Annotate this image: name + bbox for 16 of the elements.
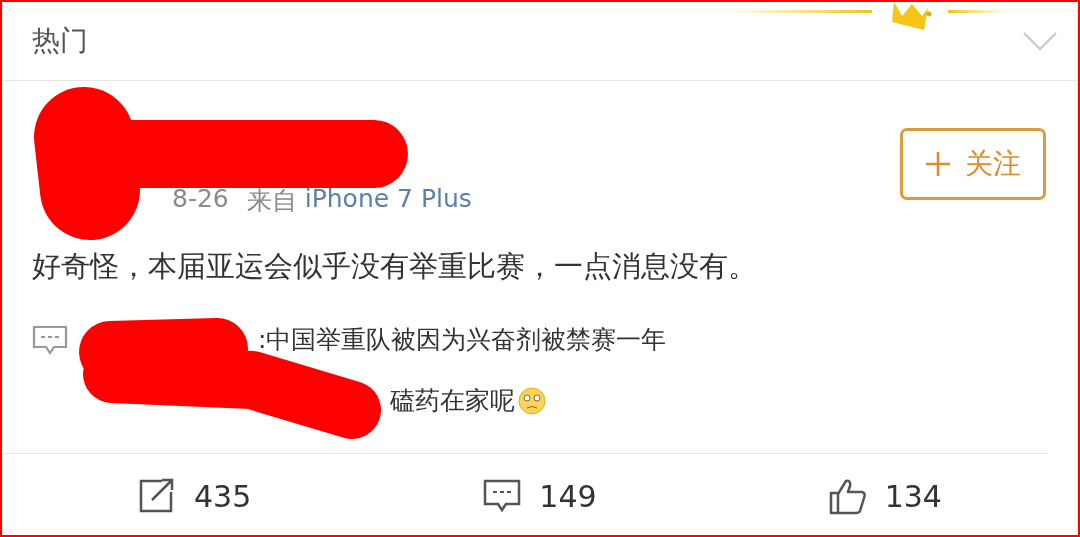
source-label: 来自 — [246, 185, 297, 217]
repost-button[interactable]: 435 — [22, 478, 368, 514]
comment-icon — [32, 325, 68, 357]
comment-button[interactable]: 149 — [367, 478, 713, 514]
like-button[interactable]: 134 — [712, 477, 1058, 515]
post-text: 好奇怪，本届亚运会似乎没有举重比赛，一点消息没有。 — [32, 248, 758, 285]
section-title: 热门 — [32, 23, 88, 59]
comment-preview-line[interactable]: :中国举重队被因为兴奋剂被禁赛一年 — [258, 323, 667, 356]
source-link[interactable]: iPhone 7 Plus — [304, 184, 472, 217]
comment-preview-line[interactable]: 磕药在家呢 — [390, 384, 515, 417]
emoji-icon — [517, 385, 547, 416]
post-date: 8-26 — [172, 184, 229, 215]
plus-icon — [925, 151, 951, 177]
thumbs-up-icon — [828, 477, 867, 515]
comment-icon — [483, 478, 522, 514]
chevron-down-icon[interactable] — [1022, 31, 1058, 51]
